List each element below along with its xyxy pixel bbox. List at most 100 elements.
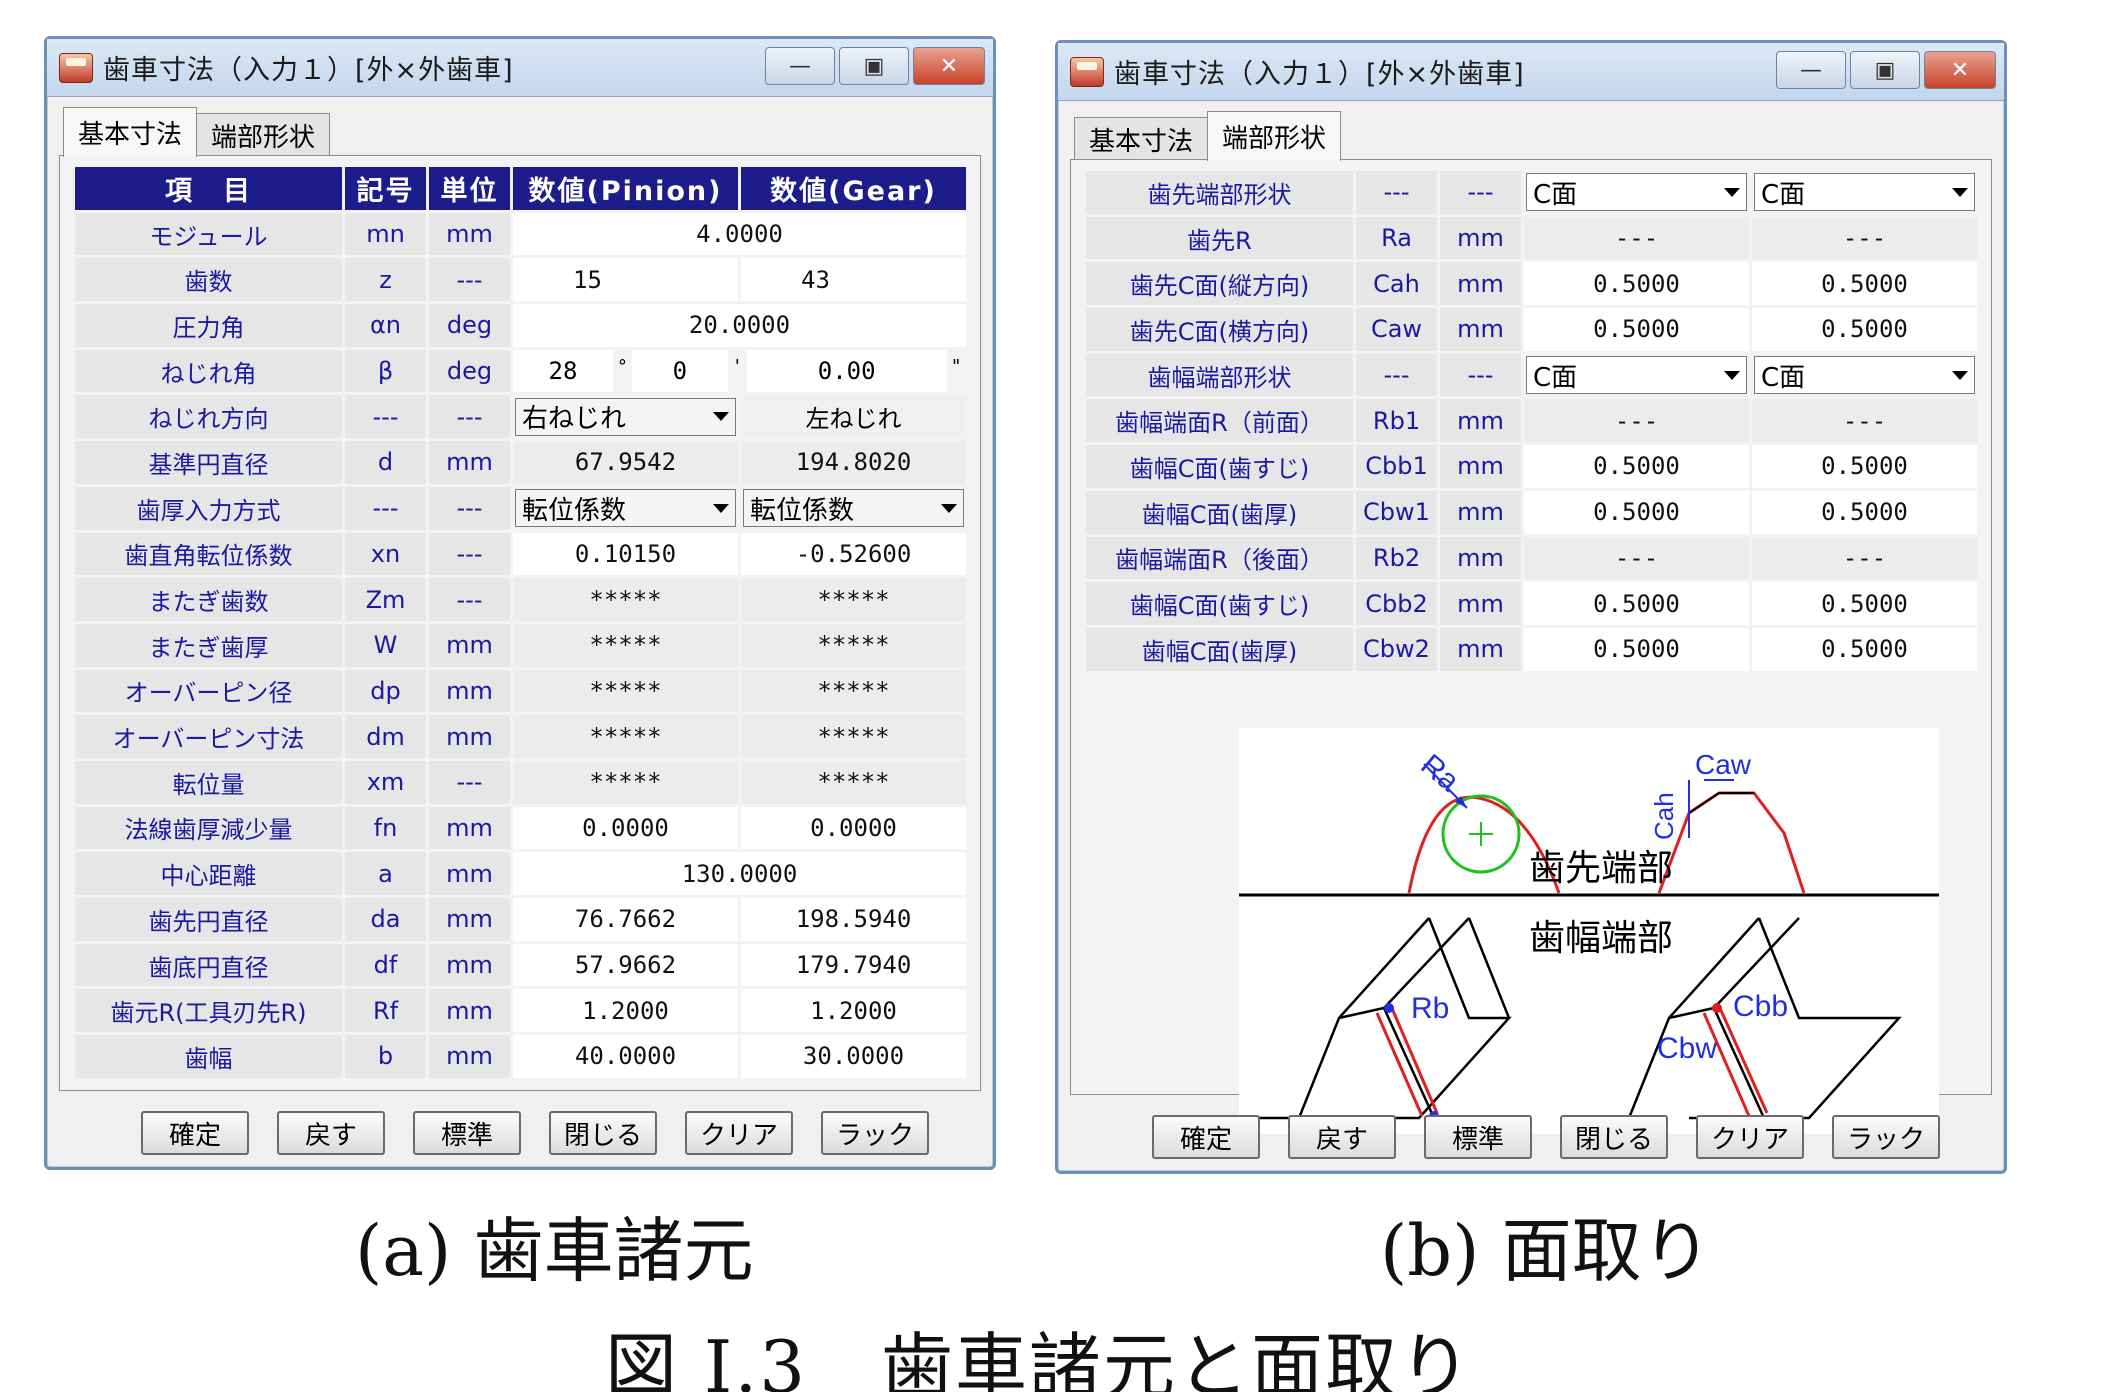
row-label: またぎ歯厚 — [72, 620, 345, 670]
row-unit: mm — [426, 666, 513, 716]
maximize-button[interactable]: ▣ — [1850, 51, 1920, 89]
tab-basic-dimensions[interactable]: 基本寸法 — [63, 107, 198, 157]
confirm-button[interactable]: 確定 — [141, 1111, 249, 1155]
table-row: 歯幅C面(歯厚) Cbw1 mm 0.5000 0.5000 — [1083, 487, 1980, 537]
cbw1-gear-input[interactable]: 0.5000 — [1749, 487, 1980, 537]
thin-pinion-input[interactable]: 0.0000 — [510, 803, 741, 853]
face-r1-gear-value: --- — [1749, 396, 1980, 446]
helix-second-input[interactable]: 0.00 — [746, 351, 947, 391]
thick-mode-gear-dropdown[interactable]: 転位係数 — [743, 489, 964, 528]
minimize-button[interactable]: — — [1776, 51, 1846, 89]
cbb1-gear-input[interactable]: 0.5000 — [1749, 442, 1980, 491]
rack-button[interactable]: ラック — [1832, 1115, 1940, 1159]
tip-shape-gear-dropdown[interactable]: C面 — [1754, 173, 1975, 212]
row-label: ねじれ角 — [72, 346, 345, 396]
close-icon: ✕ — [1950, 57, 1970, 83]
cbw2-gear-input[interactable]: 0.5000 — [1749, 624, 1980, 674]
face-shape-pinion-dropdown[interactable]: C面 — [1526, 356, 1747, 395]
restore-icon: ▣ — [863, 53, 885, 79]
shift-pinion-input[interactable]: 0.10150 — [510, 529, 741, 579]
table-row: 圧力角 αn deg 20.0000 — [72, 301, 969, 350]
standard-button[interactable]: 標準 — [1424, 1115, 1532, 1159]
chamfer-diagram: Ra Caw Cah 歯先端部 歯幅端部 Rb Cbb Cbw — [1239, 728, 1939, 1134]
thick-mode-pinion-dropdown[interactable]: 転位係数 — [515, 489, 736, 528]
root-dia-pinion-input[interactable]: 57.9662 — [510, 940, 741, 990]
cbw1-pinion-input[interactable]: 0.5000 — [1521, 487, 1752, 537]
title-bar[interactable]: 歯車寸法（入力１）[外×外歯車] — ▣ ✕ — [47, 39, 993, 97]
cbw2-pinion-input[interactable]: 0.5000 — [1521, 624, 1752, 674]
maximize-button[interactable]: ▣ — [839, 47, 909, 85]
table-row: 基準円直径 d mm 67.9542 194.8020 — [72, 438, 969, 487]
clear-button[interactable]: クリア — [1696, 1115, 1804, 1159]
tab-basic-dimensions[interactable]: 基本寸法 — [1074, 117, 1209, 161]
thick-mode-gear-cell: 転位係数 — [738, 483, 969, 533]
face-r2-pinion-value: --- — [1521, 533, 1752, 583]
revert-button[interactable]: 戻す — [277, 1111, 385, 1155]
cbb2-gear-input[interactable]: 0.5000 — [1749, 579, 1980, 628]
button-bar: 確定 戻す 標準 閉じる クリア ラック — [47, 1111, 993, 1155]
title-bar[interactable]: 歯車寸法（入力１）[外×外歯車] — ▣ ✕ — [1058, 43, 2004, 101]
pin-dim-gear-value: ***** — [738, 712, 969, 761]
row-unit: mm — [1437, 259, 1524, 309]
table-row: オーバーピン寸法 dm mm ***** ***** — [72, 712, 969, 761]
root-r-pinion-input[interactable]: 1.2000 — [510, 986, 741, 1036]
width-pinion-input[interactable]: 40.0000 — [510, 1032, 741, 1081]
helix-degree-input[interactable]: 28 — [514, 351, 613, 391]
tip-chamfer-outline — [1657, 791, 1806, 894]
confirm-button[interactable]: 確定 — [1152, 1115, 1260, 1159]
width-gear-input[interactable]: 30.0000 — [738, 1032, 969, 1081]
cbb2-pinion-input[interactable]: 0.5000 — [1521, 579, 1752, 628]
pressure-angle-input[interactable]: 20.0000 — [510, 301, 969, 350]
row-unit: mm — [1437, 213, 1524, 263]
row-unit: mm — [1437, 305, 1524, 354]
face-shape-pinion-cell: C面 — [1521, 350, 1752, 400]
root-dia-gear-input[interactable]: 179.7940 — [738, 940, 969, 990]
hand-pinion-dropdown[interactable]: 右ねじれ — [515, 397, 736, 436]
clear-button[interactable]: クリア — [685, 1111, 793, 1155]
tip-c-vertical-gear-input[interactable]: 0.5000 — [1749, 259, 1980, 309]
tab-end-shape[interactable]: 端部形状 — [1207, 111, 1342, 161]
row-label: 歯先C面(横方向) — [1083, 305, 1356, 354]
table-row: ねじれ方向 --- --- 右ねじれ 左ねじれ — [72, 392, 969, 442]
row-label: 歯底円直径 — [72, 940, 345, 990]
table-row: 歯先C面(横方向) Caw mm 0.5000 0.5000 — [1083, 305, 1980, 354]
teeth-gear-input[interactable]: 43 — [738, 255, 969, 305]
tip-dia-gear-input[interactable]: 198.5940 — [738, 895, 969, 944]
header-unit: 単位 — [426, 164, 513, 213]
shift-gear-input[interactable]: -0.52600 — [738, 529, 969, 579]
cah-label: Cah — [1649, 792, 1679, 840]
close-button[interactable]: ✕ — [913, 47, 985, 85]
row-unit: --- — [426, 575, 513, 624]
row-symbol: Cbw1 — [1353, 487, 1440, 537]
tip-shape-pinion-dropdown[interactable]: C面 — [1526, 173, 1747, 212]
close-button[interactable]: ✕ — [1924, 51, 1996, 89]
row-unit: mm — [1437, 533, 1524, 583]
helix-minute-input[interactable]: 0 — [631, 351, 728, 391]
tip-c-vertical-pinion-input[interactable]: 0.5000 — [1521, 259, 1752, 309]
tip-c-horizontal-pinion-input[interactable]: 0.5000 — [1521, 305, 1752, 354]
close-dialog-button[interactable]: 閉じる — [1560, 1115, 1668, 1159]
teeth-pinion-input[interactable]: 15 — [510, 255, 741, 305]
root-r-gear-input[interactable]: 1.2000 — [738, 986, 969, 1036]
table-row: 歯先端部形状 --- --- C面 C面 — [1083, 168, 1980, 217]
module-input[interactable]: 4.0000 — [510, 209, 969, 259]
span-teeth-pinion-value: ***** — [510, 575, 741, 624]
face-shape-gear-dropdown[interactable]: C面 — [1754, 356, 1975, 395]
tip-dia-pinion-input[interactable]: 76.7662 — [510, 895, 741, 944]
row-unit: mm — [426, 438, 513, 487]
row-symbol: Cbb1 — [1353, 442, 1440, 491]
tip-section-label: 歯先端部 — [1529, 848, 1673, 889]
table-row: 歯幅端面R（後面） Rb2 mm --- --- — [1083, 533, 1980, 583]
center-distance-input[interactable]: 130.0000 — [510, 849, 969, 898]
table-row: 歯底円直径 df mm 57.9662 179.7940 — [72, 940, 969, 990]
thin-gear-input[interactable]: 0.0000 — [738, 803, 969, 853]
rack-button[interactable]: ラック — [821, 1111, 929, 1155]
tip-c-horizontal-gear-input[interactable]: 0.5000 — [1749, 305, 1980, 354]
minimize-button[interactable]: — — [765, 47, 835, 85]
cbb1-pinion-input[interactable]: 0.5000 — [1521, 442, 1752, 491]
revert-button[interactable]: 戻す — [1288, 1115, 1396, 1159]
caption-b: (b) 面取り — [1380, 1210, 1712, 1292]
close-dialog-button[interactable]: 閉じる — [549, 1111, 657, 1155]
standard-button[interactable]: 標準 — [413, 1111, 521, 1155]
tab-end-shape[interactable]: 端部形状 — [196, 113, 331, 157]
